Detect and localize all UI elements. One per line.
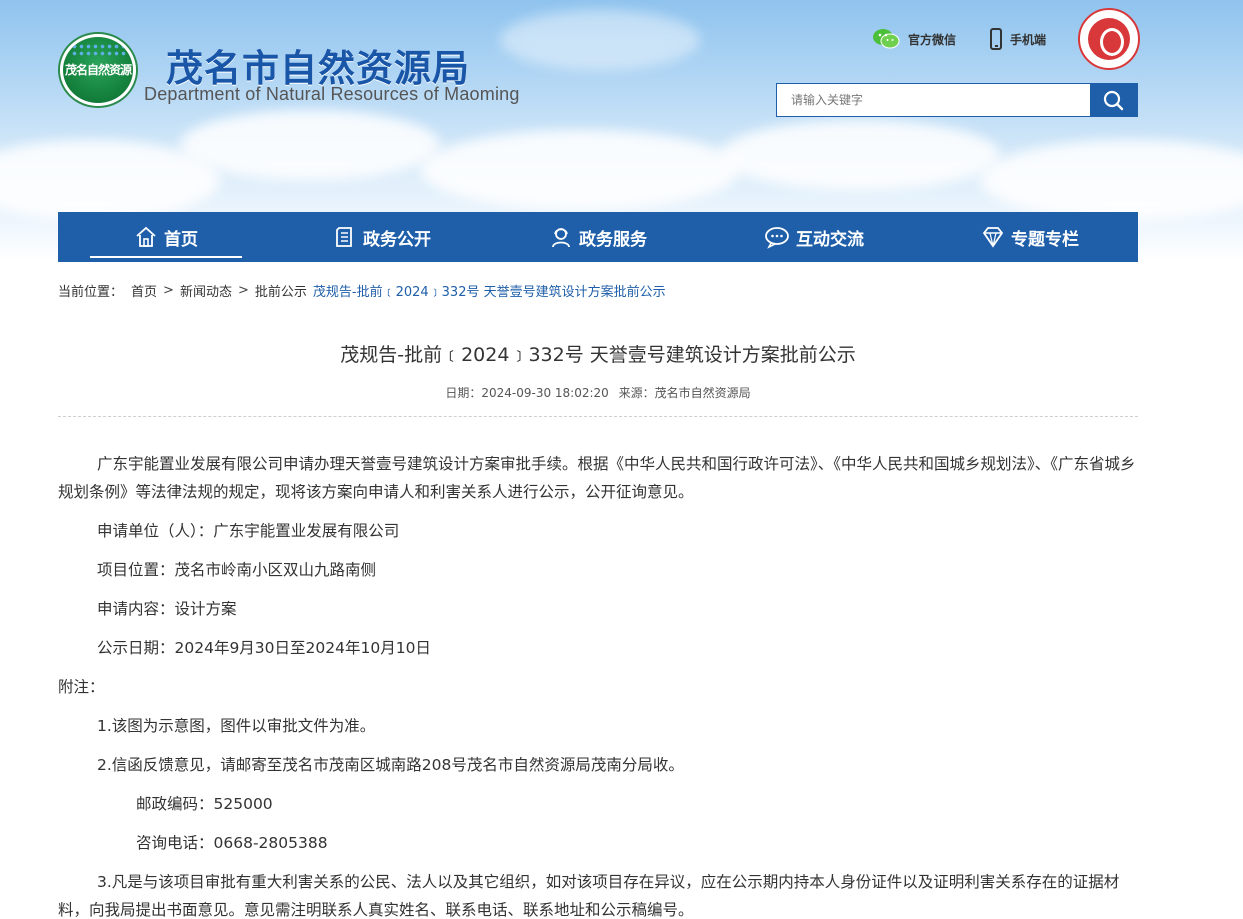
- nav-government-affairs-label: 政务公开: [363, 229, 431, 250]
- top-links: 官方微信 手机端: [872, 26, 1080, 52]
- breadcrumb-separator: >: [163, 283, 174, 298]
- cloud-decoration: [720, 120, 1000, 190]
- article-content: 申请内容：设计方案: [97, 600, 237, 618]
- breadcrumb-home[interactable]: 首页: [131, 281, 157, 300]
- seal-emblem: [1088, 18, 1130, 60]
- article-period: 公示日期：2024年9月30日至2024年10月10日: [97, 639, 431, 657]
- nav-interaction[interactable]: 互动交流: [706, 212, 922, 262]
- article-note-2: 2.信函反馈意见，请邮寄至茂名市茂南区城南路208号茂名市自然资源局茂南分局收。: [97, 756, 684, 774]
- search-icon: [1103, 90, 1124, 111]
- nav-home-label: 首页: [164, 229, 198, 250]
- nav-interaction-label: 互动交流: [796, 229, 864, 250]
- article-title: 茂规告-批前﹝2024﹞332号 天誉壹号建筑设计方案批前公示: [340, 344, 856, 366]
- cloud-decoration: [180, 110, 440, 180]
- home-icon: [134, 225, 158, 249]
- article-applicant: 申请单位（人）：广东宇能置业发展有限公司: [97, 522, 400, 540]
- logo-dots: [71, 43, 127, 57]
- breadcrumb-pre-approval[interactable]: 批前公示: [255, 281, 307, 300]
- article-source: 来源：茂名市自然资源局: [618, 386, 751, 400]
- cloud-decoration: [500, 10, 700, 70]
- article-location: 项目位置：茂名市岭南小区双山九路南侧: [97, 561, 377, 579]
- breadcrumb-separator: >: [237, 283, 249, 298]
- article-note-3: 3.凡是与该项目审批有重大利害关系的公民、法人以及其它组织，如对该项目存在异议，…: [58, 873, 1120, 919]
- breadcrumb-news[interactable]: 新闻动态: [180, 281, 232, 300]
- article-note-1: 1.该图为示意图，图件以审批文件为准。: [97, 717, 376, 735]
- title-divider: [58, 416, 1138, 417]
- nav-government-affairs[interactable]: 政务公开: [274, 212, 490, 262]
- cloud-decoration: [980, 140, 1243, 220]
- nav-services-label: 政务服务: [579, 229, 647, 250]
- breadcrumb-current[interactable]: 茂规告-批前﹝2024﹞332号 天誉壹号建筑设计方案批前公示: [313, 281, 666, 300]
- nav-special-topics-label: 专题专栏: [1011, 229, 1079, 250]
- logo-text: 茂名自然资源: [64, 63, 132, 77]
- city-seal-icon[interactable]: [1078, 8, 1140, 70]
- wechat-link[interactable]: 官方微信: [872, 28, 956, 50]
- article-phone: 咨询电话：0668-2805388: [136, 834, 328, 852]
- article-body: 广东宇能置业发展有限公司申请办理天誉壹号建筑设计方案审批手续。根据《中华人民共和…: [58, 450, 1138, 919]
- article-notes-label: 附注：: [58, 678, 105, 696]
- article-intro: 广东宇能置业发展有限公司申请办理天誉壹号建筑设计方案审批手续。根据《中华人民共和…: [58, 455, 1136, 501]
- wechat-label: 官方微信: [908, 32, 957, 47]
- mobile-label: 手机端: [1010, 32, 1047, 47]
- service-person-icon: [549, 225, 573, 249]
- site-logo[interactable]: 茂名自然资源: [60, 34, 136, 106]
- search-box: [776, 83, 1138, 117]
- chat-icon: [764, 225, 790, 249]
- search-input[interactable]: [776, 83, 1090, 117]
- search-button[interactable]: [1090, 83, 1138, 117]
- main-nav: 首页 政务公开 政务服务 互动交流 专题专栏: [58, 212, 1138, 262]
- nav-services[interactable]: 政务服务: [490, 212, 706, 262]
- wechat-icon: [872, 28, 900, 50]
- article-meta: 日期：2024-09-30 18:02:20 来源：茂名市自然资源局: [58, 384, 1138, 401]
- mobile-phone-icon: [990, 28, 1003, 50]
- nav-special-topics[interactable]: 专题专栏: [922, 212, 1138, 262]
- article-date: 日期：2024-09-30 18:02:20: [445, 386, 609, 400]
- breadcrumb: 当前位置： 首页 > 新闻动态 > 批前公示 茂规告-批前﹝2024﹞332号 …: [58, 281, 666, 300]
- article-postcode: 邮政编码：525000: [136, 795, 273, 813]
- mobile-link[interactable]: 手机端: [990, 28, 1046, 50]
- cloud-decoration: [420, 130, 740, 210]
- site-subtitle: Department of Natural Resources of Maomi…: [144, 84, 520, 104]
- document-icon: [333, 225, 357, 249]
- breadcrumb-prefix: 当前位置：: [58, 285, 124, 300]
- nav-home[interactable]: 首页: [58, 212, 274, 262]
- diamond-icon: [981, 225, 1005, 249]
